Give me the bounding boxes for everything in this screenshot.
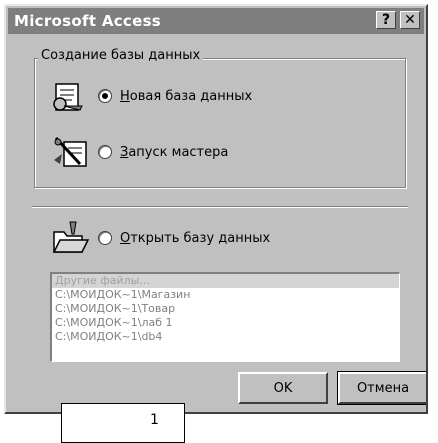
open-database-option[interactable]: Открыть базу данных: [50, 218, 270, 258]
open-database-label: Открыть базу данных: [120, 230, 271, 246]
wizard-option[interactable]: Запуск мастера: [50, 132, 228, 172]
open-folder-icon: [52, 221, 90, 253]
recent-files-list[interactable]: Другие файлы... C:\МОИДОК~1\Магазин C:\М…: [50, 272, 400, 362]
list-item[interactable]: C:\МОИДОК~1\Товар: [52, 302, 399, 316]
wizard-radio[interactable]: [98, 145, 112, 159]
list-item[interactable]: C:\МОИДОК~1\лаб 1: [52, 316, 399, 330]
new-database-option[interactable]: Новая база данных: [50, 76, 252, 116]
group-separator: [32, 206, 408, 208]
ok-button[interactable]: OK: [238, 372, 328, 404]
create-database-legend: Создание базы данных: [38, 48, 204, 63]
wizard-label: Запуск мастера: [120, 144, 229, 160]
access-startup-dialog: Microsoft Access ? ✕ Создание базы данны…: [4, 4, 428, 414]
new-database-icon: [53, 83, 83, 111]
wizard-icon: [54, 136, 87, 167]
cancel-button[interactable]: Отмена: [337, 371, 426, 405]
list-item[interactable]: C:\МОИДОК~1\db4: [52, 330, 399, 344]
new-database-label: Новая база данных: [120, 88, 253, 104]
close-button[interactable]: ✕: [400, 11, 420, 29]
open-database-radio[interactable]: [98, 231, 112, 245]
window-title: Microsoft Access: [14, 12, 162, 30]
list-item[interactable]: Другие файлы...: [52, 274, 399, 288]
overlay-text: 1: [150, 412, 159, 428]
new-database-radio[interactable]: [98, 89, 112, 103]
title-bar[interactable]: Microsoft Access ? ✕: [8, 8, 424, 34]
help-button[interactable]: ?: [376, 11, 396, 29]
overlay-box: 1: [61, 403, 185, 443]
list-item[interactable]: C:\МОИДОК~1\Магазин: [52, 288, 399, 302]
